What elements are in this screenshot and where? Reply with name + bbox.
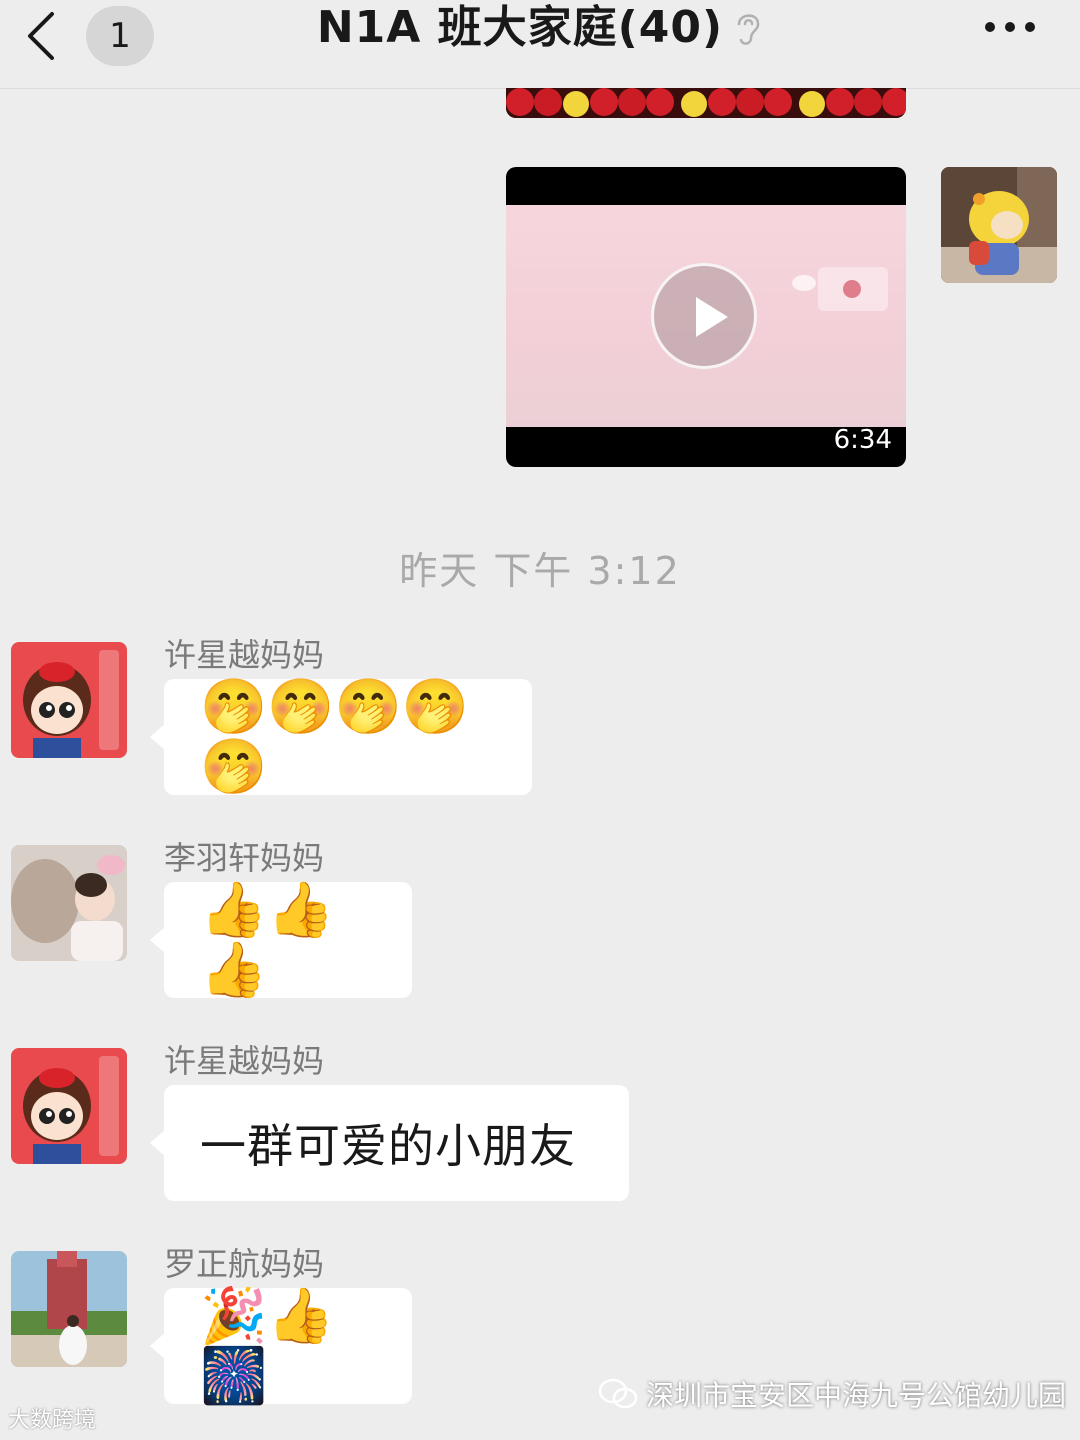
castle-photo-avatar-image [11,1251,127,1367]
ear-icon [737,14,760,45]
video-message[interactable]: 6:34 [506,167,906,467]
watermark-right-text: 深圳市宝安区中海九号公馆幼儿园 [646,1379,1067,1412]
more-button[interactable] [978,12,1042,42]
sender-name: 李羽轩妈妈 [164,839,325,877]
message-bubble[interactable]: 一群可爱的小朋友 [150,1085,629,1201]
fruit-image [506,88,906,118]
message-timestamp: 昨天 下午 3:12 [399,549,681,593]
watermark-right: 深圳市宝安区中海九号公馆幼儿园 [598,1374,1066,1414]
wechat-icon [598,1378,638,1409]
baby-photo-avatar-image [11,845,127,961]
video-decoration [792,267,888,311]
girl-cartoon-avatar-image [11,1048,127,1164]
watermark-left-text: 大数跨境 [8,1408,97,1433]
message-emoji: 🤭🤭🤭🤭🤭 [200,675,469,798]
more-dot [985,22,995,32]
message-emoji: 🎉👍🎆 [200,1284,335,1407]
sender-name: 许星越妈妈 [164,1042,325,1080]
message-bubble[interactable]: 🎉👍🎆 [150,1284,412,1407]
chat-title: N1A 班大家庭(40) [316,2,724,53]
more-dot [1005,22,1015,32]
sender-avatar[interactable] [11,1251,127,1367]
message-bubble[interactable]: 👍👍👍 [150,878,412,1001]
my-avatar[interactable] [941,167,1057,283]
video-thumbnail [506,205,906,427]
more-dot [1025,22,1035,32]
chat-title-wrap: N1A 班大家庭(40) [0,0,1080,60]
girl-cartoon-avatar-image [11,642,127,758]
sender-name: 罗正航妈妈 [164,1245,325,1283]
message-bubble[interactable]: 🤭🤭🤭🤭🤭 [150,675,532,798]
cartoon-avatar-image [941,167,1057,283]
sender-avatar[interactable] [11,1048,127,1164]
previous-image-message[interactable] [506,88,906,118]
watermark-left: 大数跨境 [8,1402,96,1434]
sender-avatar[interactable] [11,845,127,961]
video-duration: 6:34 [833,425,892,455]
message-emoji: 👍👍👍 [200,878,335,1001]
play-icon[interactable] [651,263,757,369]
sender-name: 许星越妈妈 [164,636,325,674]
message-text: 一群可爱的小朋友 [200,1119,576,1173]
sender-avatar[interactable] [11,642,127,758]
chat-header: 1 N1A 班大家庭(40) [0,0,1080,89]
